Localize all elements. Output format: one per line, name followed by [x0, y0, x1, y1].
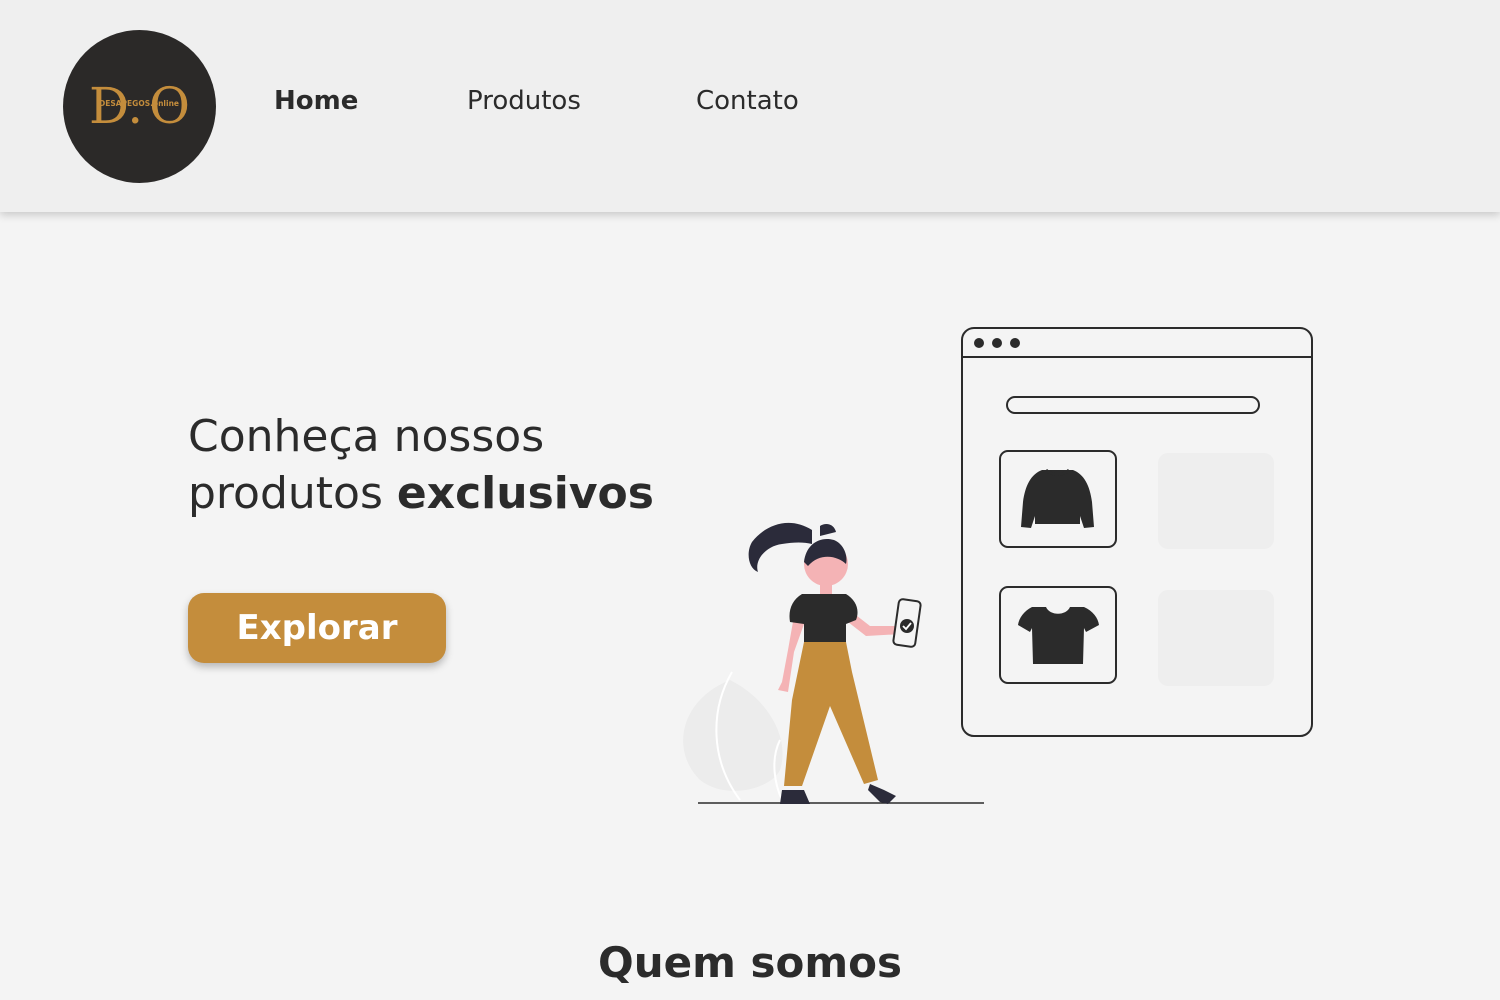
brand-logo[interactable]: D. O DESAPEGOS.online [63, 30, 216, 183]
nav-contato[interactable]: Contato [696, 86, 799, 116]
site-header: D. O DESAPEGOS.online Home Produtos Cont… [0, 0, 1500, 212]
nav-home[interactable]: Home [274, 86, 358, 116]
logo-wordmark: DESAPEGOS.online [99, 99, 179, 108]
logo-mark: D. O DESAPEGOS.online [89, 77, 190, 135]
browser-window-icon [961, 327, 1313, 737]
hero-illustration [683, 327, 1313, 804]
nav-produtos[interactable]: Produtos [467, 86, 581, 116]
plant-decoration [683, 671, 783, 801]
sweater-icon [1021, 470, 1094, 528]
explore-button[interactable]: Explorar [188, 593, 446, 663]
about-section-title: Quem somos [598, 938, 902, 987]
hero-title-emphasis: exclusivos [396, 468, 654, 519]
hero-title-line1: Conheça nossos [188, 411, 545, 462]
hero-title: Conheça nossos produtos exclusivos [188, 408, 708, 522]
search-bar-icon [1006, 396, 1260, 414]
hero-title-line2: produtos [188, 468, 397, 519]
page: D. O DESAPEGOS.online Home Produtos Cont… [0, 0, 1500, 1000]
